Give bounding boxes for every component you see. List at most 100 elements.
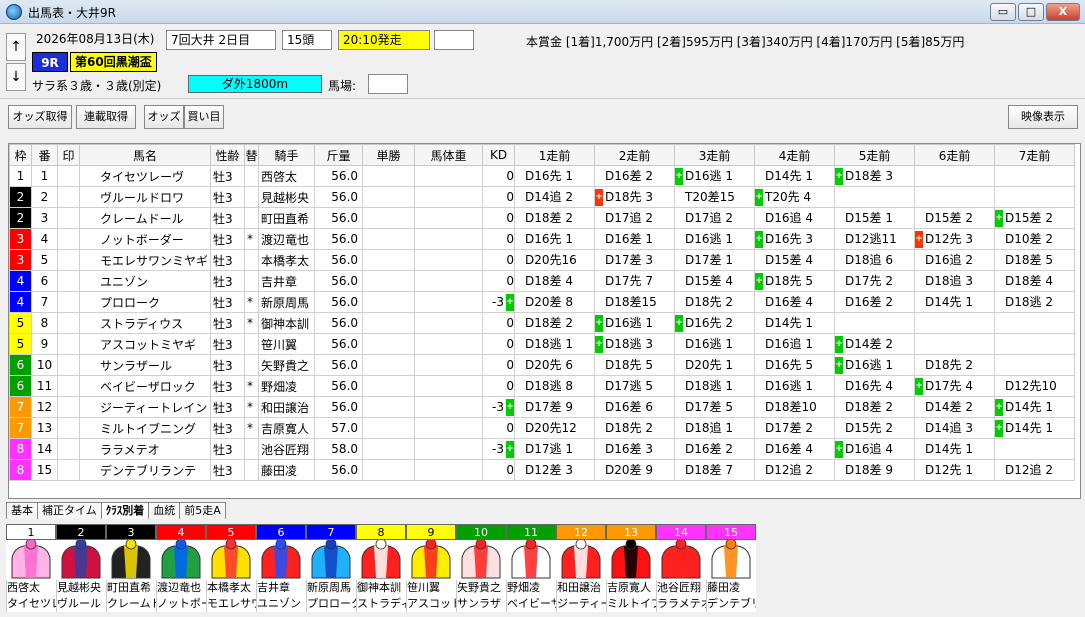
past-run-5[interactable]: D18差 2 [834,396,916,418]
column-header[interactable]: 替 [244,144,260,166]
table-row[interactable]: 7 12 ジーティートレイン 牡3 * 和田譲治 56.0 -3 + D17差 9 D16差 6 D1… [9,396,1076,418]
past-run-6[interactable]: D18追 3 [914,270,996,292]
past-run-2[interactable]: + D18逃 3 [594,333,676,355]
baba-field[interactable] [368,74,408,94]
column-header[interactable]: 馬体重 [414,144,484,166]
past-run-3[interactable]: + D16逃 1 [674,165,756,187]
jockey-column[interactable]: 13 吉原寛人ミルトイブ [606,524,656,614]
past-run-7[interactable]: D18逃 2 [994,291,1076,313]
mark-cell[interactable] [57,186,80,208]
column-header[interactable]: 4走前 [754,144,836,166]
horse-name[interactable]: ベイビーザロック [78,375,212,397]
mark-cell[interactable] [57,270,80,292]
mark-cell[interactable] [57,165,80,187]
mark-cell[interactable] [57,354,80,376]
past-run-6[interactable]: D14先 1 [914,291,996,313]
table-row[interactable]: 5 8 ストラディウス 牡3 * 御神本訓 56.0 0 D18差 2 + D16逃 1 + D16先 … [9,312,1076,334]
horse-name[interactable]: モエレサワンミヤギ [78,249,212,271]
column-header[interactable]: 1走前 [514,144,596,166]
horse-name[interactable]: ストラディウス [78,312,212,334]
past-run-2[interactable]: + D16逃 1 [594,312,676,334]
past-run-1[interactable]: D12差 3 [514,459,596,481]
column-header[interactable]: 単勝 [362,144,416,166]
maximize-button[interactable]: □ [1018,3,1044,21]
past-run-1[interactable]: D18逃 8 [514,375,596,397]
past-run-6[interactable]: + D17先 4 [914,375,996,397]
mark-cell[interactable] [57,417,80,439]
past-run-5[interactable]: + D16逃 1 [834,354,916,376]
column-header[interactable]: 5走前 [834,144,916,166]
minimize-button[interactable]: ▭ [990,3,1016,21]
odds-button[interactable]: オッズ [144,105,184,129]
mark-cell[interactable] [57,459,80,481]
past-run-4[interactable]: D16逃 1 [754,375,836,397]
column-header[interactable]: 性齢 [210,144,246,166]
jockey-name[interactable]: 吉井章 [258,270,316,292]
tab-0[interactable]: 基本 [6,502,38,519]
past-run-1[interactable]: D18差 4 [514,270,596,292]
jockey-name[interactable]: 笹川翼 [258,333,316,355]
past-run-1[interactable]: D17差 9 [514,396,596,418]
past-run-3[interactable]: D17追 2 [674,207,756,229]
past-run-6[interactable] [914,312,996,334]
horse-name[interactable]: ユニゾン [78,270,212,292]
past-run-7[interactable]: + D15差 2 [994,207,1076,229]
close-button[interactable]: X [1046,3,1080,21]
past-run-4[interactable]: D16追 4 [754,207,836,229]
past-run-2[interactable]: D17追 2 [594,207,676,229]
mark-cell[interactable] [57,291,80,313]
past-run-2[interactable]: D17先 7 [594,270,676,292]
column-header[interactable]: 枠 [9,144,32,166]
past-run-4[interactable]: D14先 1 [754,312,836,334]
table-row[interactable]: 3 5 モエレサワンミヤギ 牡3 本橋孝太 56.0 0 D20先16 D17差 3 D17差 1… [9,249,1076,271]
past-run-3[interactable]: D20先 1 [674,354,756,376]
odds-fetch-button[interactable]: オッズ取得 [8,105,72,129]
mark-cell[interactable] [57,333,80,355]
past-run-5[interactable]: D16先 4 [834,375,916,397]
jockey-column[interactable]: 9 笹川翼アスコット [406,524,456,614]
jockey-column[interactable]: 4 渡辺竜也ノットボー [156,524,206,614]
past-run-2[interactable]: D18差15 [594,291,676,313]
mark-cell[interactable] [57,396,80,418]
horse-name[interactable]: プロローク [78,291,212,313]
column-header[interactable]: 2走前 [594,144,676,166]
past-run-4[interactable]: D16追 1 [754,333,836,355]
column-header[interactable]: 7走前 [994,144,1076,166]
past-run-5[interactable]: + D14差 2 [834,333,916,355]
past-run-2[interactable]: + D18先 3 [594,186,676,208]
table-row[interactable]: 6 10 サンラザール 牡3 矢野貴之 56.0 0 D20先 6 D18先 5 D20先 1 D1… [9,354,1076,376]
past-run-2[interactable]: D18先 5 [594,354,676,376]
tab-3[interactable]: 血統 [148,502,181,519]
past-run-2[interactable]: D16差 1 [594,228,676,250]
past-run-2[interactable]: D18先 2 [594,417,676,439]
jockey-name[interactable]: 新原周馬 [258,291,316,313]
horse-name[interactable]: デンテブリランテ [78,459,212,481]
jockey-name[interactable]: 見越彬央 [258,186,316,208]
past-run-2[interactable]: D20差 9 [594,459,676,481]
horse-name[interactable]: サンラザール [78,354,212,376]
past-run-5[interactable] [834,312,916,334]
past-run-5[interactable] [834,186,916,208]
past-run-6[interactable]: D12先 1 [914,459,996,481]
jockey-column[interactable]: 1 西啓太タイセツレ [6,524,56,614]
horse-name[interactable]: ララメテオ [78,438,212,460]
jockey-name[interactable]: 渡辺竜也 [258,228,316,250]
past-run-2[interactable]: D16差 3 [594,438,676,460]
past-run-7[interactable]: + D14先 1 [994,417,1076,439]
entry-table[interactable]: 枠番印馬名 性齢替騎手 斤量 単勝 馬体重 KD 1走前 2走前 3走前 4走前 5走前 6走前 7走前… [8,143,1081,499]
past-run-1[interactable]: D20先16 [514,249,596,271]
past-run-6[interactable]: D18先 2 [914,354,996,376]
past-run-6[interactable]: D14追 3 [914,417,996,439]
past-run-5[interactable]: + D18差 3 [834,165,916,187]
column-header[interactable]: 馬名 [78,144,212,166]
table-row[interactable]: 4 6 ユニゾン 牡3 吉井章 56.0 0 D18差 4 D17先 7 D15差 4 + D18先 … [9,270,1076,292]
past-run-1[interactable]: D18逃 1 [514,333,596,355]
horse-name[interactable]: クレームドール [78,207,212,229]
past-run-3[interactable]: D16差 2 [674,438,756,460]
past-run-3[interactable]: + D16先 2 [674,312,756,334]
past-run-5[interactable]: D12逃11 [834,228,916,250]
kaime-button[interactable]: 買い目 [184,105,224,129]
past-run-4[interactable]: D16差 4 [754,438,836,460]
jockey-column[interactable]: 7 新原周馬プロローク [306,524,356,614]
table-row[interactable]: 4 7 プロローク 牡3 * 新原周馬 56.0 -3 + D20差 8 D18差15 D18先 2 D… [9,291,1076,313]
